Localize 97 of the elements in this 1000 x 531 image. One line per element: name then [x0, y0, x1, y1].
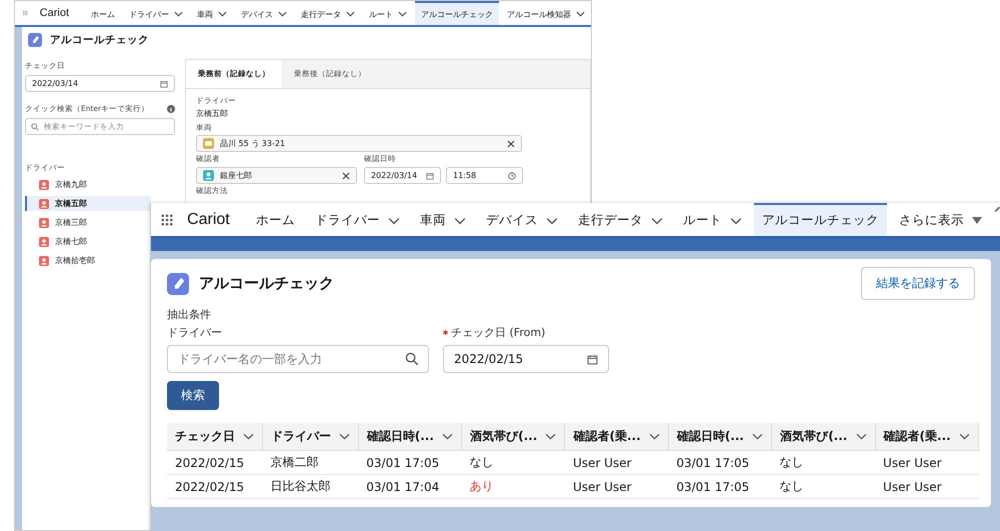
page-title: アルコールチェック — [50, 33, 149, 47]
calendar-icon[interactable] — [426, 172, 434, 180]
nav-tab[interactable]: ルート — [674, 203, 750, 236]
vehicle-field[interactable]: 品川 55 う 33-21 — [196, 135, 522, 152]
chevron-down-icon[interactable] — [442, 433, 454, 440]
table-cell: あり — [462, 474, 565, 498]
chevron-down-icon[interactable] — [650, 216, 663, 224]
column-header[interactable]: 確認日時(... — [668, 423, 772, 450]
calendar-icon[interactable] — [587, 354, 598, 364]
nav-tab[interactable]: ホーム — [248, 203, 303, 236]
nav-tab[interactable]: アルコール検知器 — [501, 1, 591, 25]
search-icon — [31, 123, 39, 131]
table-cell: User User — [875, 450, 978, 474]
column-header[interactable]: 確認者(乗... — [875, 423, 978, 450]
search-button[interactable]: 検索 — [167, 381, 219, 410]
more-menu[interactable]: さらに表示 — [890, 203, 990, 236]
driver-name: 京橋五郎 — [196, 108, 228, 119]
search-icon — [405, 352, 419, 366]
nav-tab[interactable]: デバイス — [235, 1, 293, 25]
record-button[interactable]: 結果を記録する — [861, 267, 975, 300]
nav-tab[interactable]: デバイス — [478, 203, 566, 236]
person-icon — [39, 218, 49, 228]
chevron-down-icon[interactable] — [648, 433, 660, 440]
chevron-down-icon[interactable] — [338, 433, 350, 440]
page-title: アルコールチェック — [199, 274, 335, 293]
table-cell: 03/01 17:05 — [668, 450, 772, 474]
table-cell: 2022/02/15 — [167, 450, 262, 474]
nav-tab[interactable]: ドライバー — [306, 203, 408, 236]
caret-down-icon[interactable] — [972, 217, 982, 224]
chevron-down-icon[interactable] — [730, 216, 742, 224]
driver-list-item[interactable]: 京橋七郎 — [25, 234, 151, 249]
driver-list-item[interactable]: 京橋九郎 — [25, 177, 151, 192]
chevron-down-icon[interactable] — [856, 433, 867, 440]
field-label: チェック日 (From) — [451, 325, 546, 340]
date-field[interactable]: 2022/02/15 — [443, 345, 609, 373]
column-header[interactable]: 酒気帯び(... — [772, 423, 876, 450]
driver-list-item[interactable]: 京橋五郎 — [25, 196, 151, 211]
person-icon — [203, 170, 214, 181]
driver-list-item[interactable]: 京橋拾壱郎 — [25, 253, 151, 268]
nav-tab[interactable]: ホーム — [85, 1, 121, 25]
table-cell: 03/01 17:05 — [358, 450, 462, 474]
app-name: Cariot — [187, 210, 230, 228]
close-icon[interactable] — [342, 172, 350, 180]
nav-tab[interactable]: 車両 — [191, 1, 233, 25]
nav-tab[interactable]: 走行データ — [570, 203, 671, 236]
chevron-down-icon[interactable] — [346, 11, 355, 17]
driver-list-item[interactable]: 京橋三郎 — [25, 215, 151, 230]
app-name: Cariot — [40, 7, 69, 19]
chevron-down-icon[interactable] — [454, 216, 466, 224]
time-field[interactable]: 11:58 — [446, 167, 523, 184]
clock-icon[interactable] — [508, 172, 516, 180]
chevron-down-icon[interactable] — [959, 433, 970, 440]
column-header[interactable]: ドライバー — [262, 423, 358, 450]
column-header[interactable]: 酒気帯び(... — [462, 423, 565, 450]
table-cell: User User — [564, 450, 668, 474]
chevron-down-icon[interactable] — [278, 11, 287, 17]
nav-tab[interactable]: 走行データ — [295, 1, 361, 25]
field-label: ドライバー — [167, 325, 223, 340]
chevron-down-icon[interactable] — [242, 433, 254, 440]
section-heading: 抽出条件 — [167, 307, 212, 322]
person-icon — [39, 256, 49, 266]
column-header[interactable]: チェック日 — [167, 423, 262, 450]
table-cell: なし — [772, 450, 876, 474]
chevron-down-icon[interactable] — [388, 216, 400, 224]
nav-tab[interactable]: アルコールチェック — [754, 203, 887, 236]
chevron-down-icon[interactable] — [545, 433, 556, 440]
nav-tab[interactable]: アルコールチェック — [415, 1, 499, 25]
confirmer-field[interactable]: 銀座七郎 — [196, 167, 357, 184]
date-field[interactable]: 2022/03/14 — [25, 75, 175, 92]
info-icon — [167, 105, 175, 113]
table-cell: User User — [564, 474, 668, 498]
person-icon — [39, 180, 49, 190]
nav-tab[interactable]: ルート — [363, 1, 413, 25]
chevron-down-icon[interactable] — [218, 11, 227, 17]
table-cell: 2022/02/15 — [167, 474, 262, 498]
calendar-icon[interactable] — [160, 80, 168, 88]
nav-tab[interactable]: 車両 — [412, 203, 474, 236]
person-icon — [39, 198, 49, 208]
chevron-down-icon[interactable] — [752, 433, 764, 440]
close-icon[interactable] — [507, 140, 515, 148]
driver-search-field[interactable]: ドライバー名の一部を入力 — [167, 345, 429, 373]
table-cell: なし — [772, 474, 876, 498]
chevron-down-icon[interactable] — [398, 11, 407, 17]
table-cell: 京橋二郎 — [262, 450, 358, 474]
chevron-down-icon[interactable] — [546, 216, 558, 224]
chevron-down-icon[interactable] — [576, 11, 585, 17]
person-icon — [39, 236, 49, 246]
table-cell: なし — [462, 450, 565, 474]
table-cell: 03/01 17:04 — [358, 474, 462, 498]
chevron-down-icon[interactable] — [174, 11, 183, 17]
table-cell: 日比谷太郎 — [262, 474, 358, 498]
table-cell: User User — [875, 474, 978, 498]
date-field[interactable]: 2022/03/14 — [364, 167, 441, 184]
table-cell: 03/01 17:05 — [668, 474, 772, 498]
column-header[interactable]: 確認者(乗... — [564, 423, 668, 450]
column-header[interactable]: 確認日時(... — [358, 423, 462, 450]
nav-tab[interactable]: ドライバー — [123, 1, 189, 25]
